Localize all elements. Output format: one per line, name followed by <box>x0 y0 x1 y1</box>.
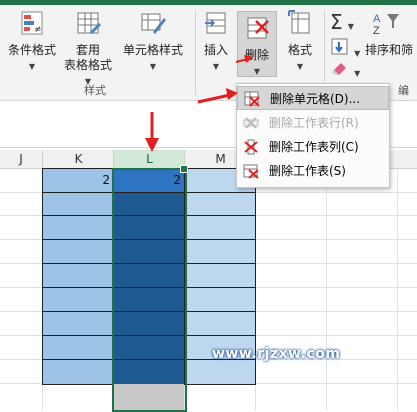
watermark: www.rjzxw.com <box>212 346 341 362</box>
arrow-to-delete-cells-item <box>197 88 238 104</box>
arrow-to-delete-button <box>235 55 254 63</box>
annotation-arrows <box>145 55 254 152</box>
arrow-to-column-l <box>145 112 159 152</box>
